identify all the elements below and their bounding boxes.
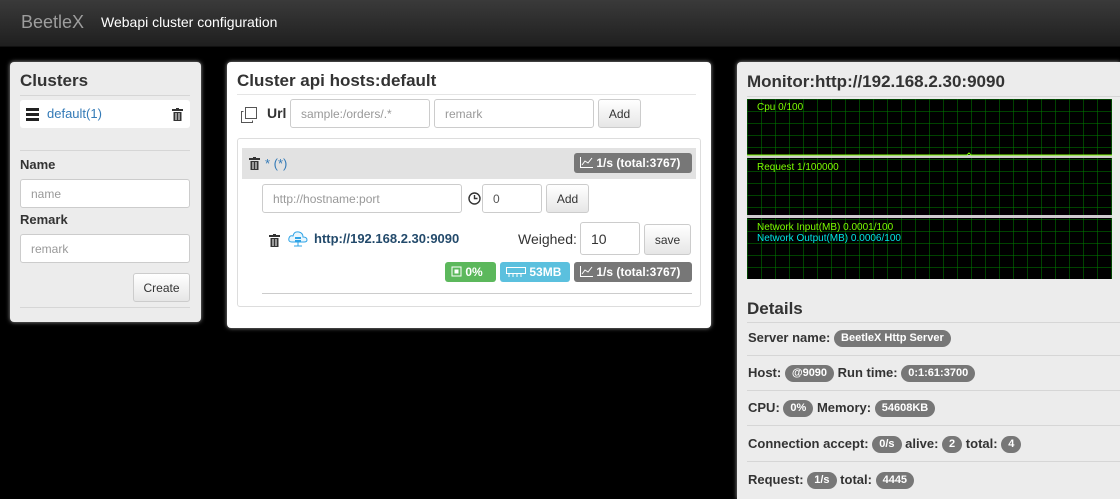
server-stats: 1/s (total:3767)	[596, 265, 681, 279]
divider	[20, 307, 190, 308]
route-box: * (*) 1/s (total:3767) Add	[237, 138, 701, 307]
cpu-value: 0%	[783, 400, 814, 418]
add-url-button[interactable]: Add	[598, 99, 641, 128]
add-host-button[interactable]: Add	[546, 184, 589, 213]
brand-logo[interactable]: BeetleX	[21, 12, 84, 33]
server-icon	[26, 108, 39, 121]
server-cpu: 0%	[465, 265, 483, 279]
trash-icon[interactable]	[249, 157, 260, 170]
clusters-title: Clusters	[20, 71, 89, 90]
connection-accept-value: 0/s	[872, 436, 902, 454]
cpu-memory-row: CPU: 0% Memory: 54608KB	[748, 400, 936, 418]
connection-total-value: 4	[1001, 436, 1022, 454]
server-name-row: Server name: BeetleX Http Server	[748, 330, 951, 348]
url-input[interactable]	[290, 99, 430, 128]
server-name-label: Server name:	[748, 330, 831, 345]
divider	[237, 94, 696, 95]
memory-label: Memory:	[816, 400, 872, 415]
chart-separator	[747, 215, 1112, 218]
save-button[interactable]: save	[644, 224, 691, 255]
divider	[747, 425, 1120, 426]
cpu-monitor-label: Cpu 0/100	[757, 102, 804, 113]
cpu-badge: 0%	[445, 262, 496, 282]
monitor-title: Monitor:http://192.168.2.30:9090	[747, 72, 1005, 91]
run-time-label: Run time:	[837, 365, 898, 380]
request-total-value: 4445	[875, 472, 915, 490]
net-output-label: Network Output(MB) 0.0006/100	[757, 233, 901, 244]
connection-row: Connection accept: 0/s alive: 2 total: 4	[748, 436, 1022, 454]
trash-icon[interactable]	[172, 108, 183, 121]
divider	[747, 390, 1120, 391]
name-input[interactable]	[20, 179, 190, 208]
details-section: Details Server name: BeetleX Http Server…	[737, 290, 1120, 499]
weighed-label: Weighed:	[518, 231, 577, 247]
route-stats: 1/s (total:3767)	[596, 156, 681, 170]
divider	[20, 95, 190, 96]
navbar: BeetleX Webapi cluster configuration	[0, 0, 1120, 47]
server-stats-badge: 1/s (total:3767)	[574, 262, 692, 282]
cluster-item-label[interactable]: default(1)	[47, 106, 102, 121]
run-time-value: 0:1:61:3700	[901, 365, 976, 383]
weight-input[interactable]	[482, 184, 542, 213]
server-url[interactable]: http://192.168.2.30:9090	[314, 231, 459, 246]
alive-label: alive:	[905, 436, 939, 451]
memory-badge: 53MB	[500, 262, 570, 282]
memory-icon	[506, 267, 526, 277]
cluster-item-default[interactable]: default(1)	[20, 100, 190, 128]
route-stats-badge: 1/s (total:3767)	[574, 153, 692, 173]
url-label: Url	[267, 105, 287, 121]
route-header: * (*) 1/s (total:3767)	[242, 148, 696, 179]
clusters-panel: Clusters default(1) Name Remark Create	[10, 62, 201, 322]
request-monitor-label: Request 1/100000	[757, 162, 839, 173]
alive-value: 2	[942, 436, 963, 454]
cluster-hosts-panel: Cluster api hosts:default Url Add * (*)	[227, 62, 711, 328]
net-input-label: Network Input(MB) 0.0001/100	[757, 222, 894, 233]
line-chart-icon	[580, 266, 593, 277]
divider	[20, 150, 190, 151]
url-remark-input[interactable]	[434, 99, 594, 128]
server-memory: 53MB	[529, 265, 562, 279]
cpu-icon	[451, 266, 462, 277]
host-label: Host:	[748, 365, 782, 380]
monitor-chart: Cpu 0/100 Request 1/100000 Network Input…	[747, 99, 1112, 279]
connection-total-label: total:	[965, 436, 998, 451]
name-label: Name	[20, 157, 56, 172]
connection-accept-label: Connection accept:	[748, 436, 869, 451]
cloud-server-icon	[288, 231, 308, 247]
remark-input[interactable]	[20, 234, 190, 263]
cpu-trace	[747, 152, 1112, 156]
remark-label: Remark	[20, 212, 68, 227]
divider	[747, 461, 1120, 462]
divider	[747, 355, 1120, 356]
details-title: Details	[747, 299, 803, 318]
line-chart-icon	[580, 157, 593, 168]
cpu-label: CPU:	[748, 400, 780, 415]
nav-title[interactable]: Webapi cluster configuration	[101, 14, 277, 30]
request-row: Request: 1/s total: 4445	[748, 472, 915, 490]
weighed-input[interactable]	[580, 222, 640, 255]
divider	[747, 96, 1120, 97]
request-label: Request:	[748, 472, 804, 487]
divider	[262, 293, 692, 294]
host-value: @9090	[784, 365, 835, 383]
hosts-title: Cluster api hosts:default	[237, 71, 437, 90]
host-input[interactable]	[262, 184, 462, 213]
copy-icon	[241, 107, 257, 123]
route-pattern[interactable]: * (*)	[265, 156, 287, 171]
host-row: Host: @9090 Run time: 0:1:61:3700	[748, 365, 976, 383]
request-rate-value: 1/s	[807, 472, 837, 490]
request-total-label: total:	[840, 472, 872, 487]
create-button[interactable]: Create	[133, 273, 190, 302]
clock-icon	[468, 192, 481, 205]
memory-value: 54608KB	[874, 400, 936, 418]
server-name-value: BeetleX Http Server	[834, 330, 951, 348]
trash-icon[interactable]	[269, 234, 280, 247]
divider	[747, 322, 1120, 323]
